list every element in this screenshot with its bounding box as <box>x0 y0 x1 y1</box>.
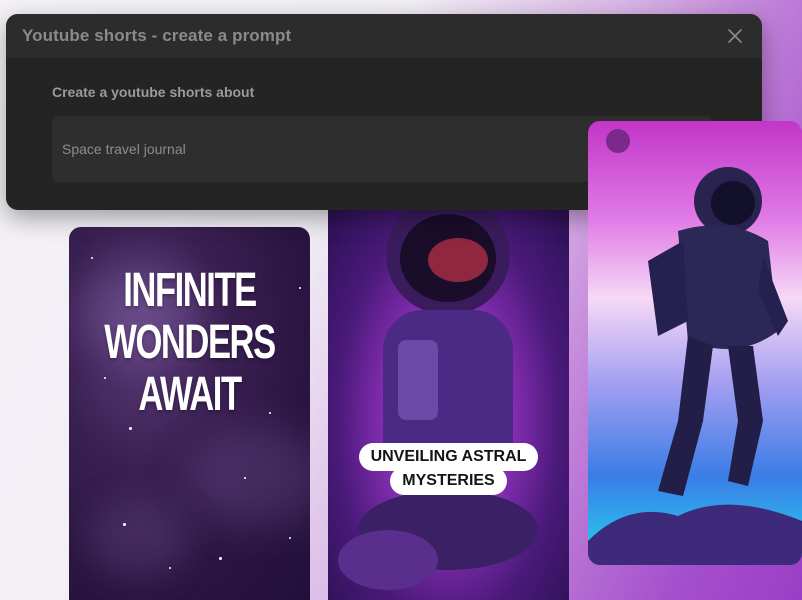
floating-astronaut-illustration <box>588 129 802 565</box>
headline-line-2: WONDERS <box>104 316 276 369</box>
dialog-header: Youtube shorts - create a prompt <box>6 14 762 58</box>
card-2-caption: UNVEILING ASTRAL MYSTERIES <box>328 443 569 495</box>
card-1-headline: INFINITE WONDERS AWAIT <box>103 265 277 421</box>
close-button[interactable] <box>724 25 746 47</box>
caption-line-2: MYSTERIES <box>390 467 507 495</box>
prompt-field-label: Create a youtube shorts about <box>52 84 255 100</box>
short-preview-card-1[interactable]: INFINITE WONDERS AWAIT <box>69 227 310 600</box>
short-preview-card-2[interactable]: UNVEILING ASTRAL MYSTERIES <box>328 200 569 600</box>
close-icon <box>728 29 742 43</box>
headline-line-1: INFINITE <box>123 264 257 317</box>
dialog-title: Youtube shorts - create a prompt <box>22 26 292 45</box>
headline-line-3: AWAIT <box>138 368 242 421</box>
astronaut-illustration <box>338 200 538 590</box>
short-preview-card-3[interactable] <box>588 121 802 565</box>
